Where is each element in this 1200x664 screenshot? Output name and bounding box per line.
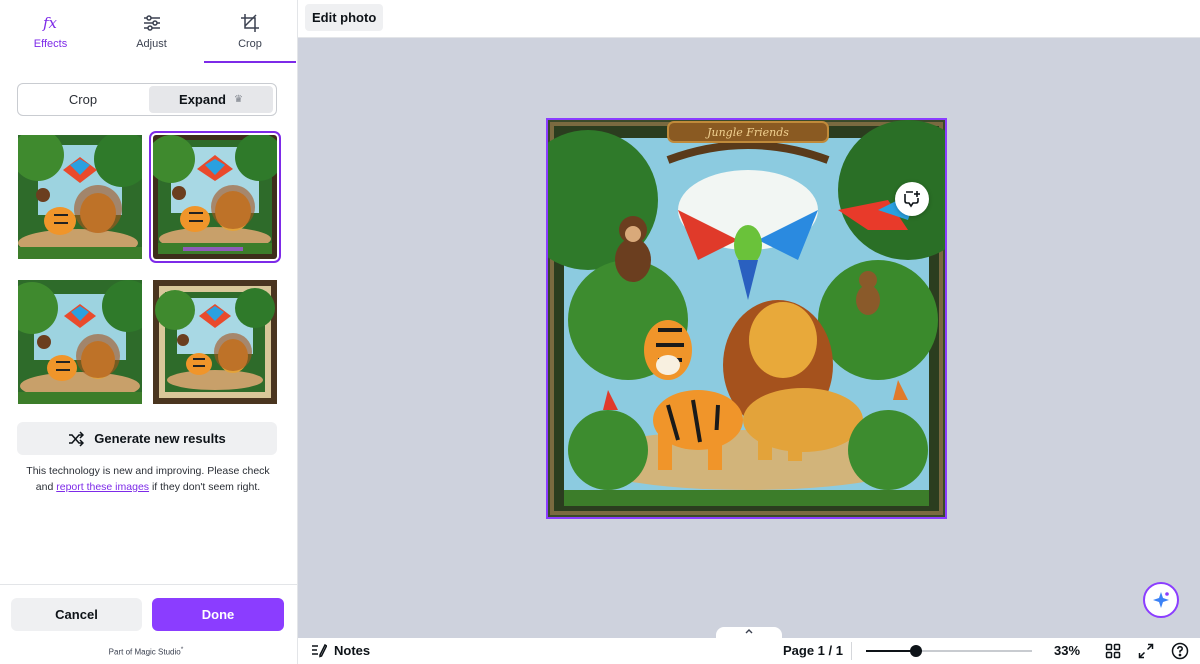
tab-effects[interactable]: fx Effects	[0, 0, 101, 63]
magic-studio-label: Part of Magic Studio*	[0, 646, 292, 657]
sliders-icon	[142, 12, 162, 34]
studio-text: Part of Magic Studio	[108, 647, 181, 657]
help-icon	[1171, 642, 1189, 660]
generate-label: Generate new results	[94, 431, 226, 446]
fx-icon: fx	[41, 12, 61, 34]
tab-label: Adjust	[136, 38, 167, 50]
notice-text: This technology is new and improving. Pl…	[17, 463, 279, 495]
panel-tabs: fx Effects Adjust Crop	[0, 0, 297, 63]
edit-photo-panel: fx Effects Adjust Crop Crop Expand ♛ Gen…	[0, 0, 298, 664]
expand-label: Expand	[179, 92, 226, 107]
sparkle-icon	[1151, 590, 1171, 610]
zoom-slider-fill	[866, 650, 916, 652]
crown-icon: ♛	[234, 94, 243, 105]
page-indicator[interactable]: Page 1 / 1	[783, 643, 843, 658]
grid-icon	[1105, 643, 1121, 659]
banner-text: Jungle Friends	[705, 126, 789, 139]
shuffle-icon	[68, 430, 85, 447]
edit-photo-button[interactable]: Edit photo	[305, 4, 384, 31]
notice-after: if they don't seem right.	[149, 481, 261, 493]
add-comment-button[interactable]	[895, 182, 929, 216]
top-bar: Edit photo	[298, 0, 1200, 38]
studio-mark: *	[180, 646, 184, 653]
notes-label: Notes	[334, 642, 371, 658]
result-thumbnail-4[interactable]	[153, 280, 277, 404]
svg-text:fx: fx	[42, 14, 58, 32]
comment-plus-icon	[902, 189, 922, 209]
result-thumbnail-2[interactable]	[149, 131, 281, 263]
crop-icon	[240, 12, 260, 34]
generate-new-results-button[interactable]: Generate new results	[17, 422, 277, 455]
tab-adjust[interactable]: Adjust	[101, 0, 202, 63]
divider	[851, 642, 852, 660]
tab-crop[interactable]: Crop	[204, 0, 296, 63]
result-thumbnail-1[interactable]	[18, 135, 142, 259]
zoom-slider[interactable]	[866, 645, 1032, 657]
zoom-slider-knob[interactable]	[909, 645, 922, 657]
show-pages-toggle[interactable]	[716, 627, 782, 638]
notes-icon	[311, 642, 327, 658]
expand-icon	[1138, 643, 1154, 659]
cancel-button[interactable]: Cancel	[11, 598, 142, 631]
zoom-level[interactable]: 33%	[1054, 643, 1080, 658]
tab-label: Effects	[33, 38, 68, 50]
expand-option[interactable]: Expand ♛	[149, 86, 273, 113]
done-button[interactable]: Done	[152, 598, 284, 631]
tab-label: Crop	[238, 38, 262, 50]
result-thumbnail-3[interactable]	[18, 280, 142, 404]
footer-divider	[0, 584, 297, 585]
editor-canvas: Jungle Friends	[298, 38, 1200, 638]
grid-view-button[interactable]	[1103, 641, 1123, 661]
crop-mode-toggle: Crop Expand ♛	[17, 83, 277, 116]
jungle-image[interactable]: Jungle Friends	[546, 118, 947, 519]
crop-option[interactable]: Crop	[20, 86, 146, 113]
magic-assistant-button[interactable]	[1143, 582, 1179, 618]
notes-button[interactable]: Notes	[311, 642, 370, 658]
fullscreen-button[interactable]	[1136, 641, 1156, 661]
bottom-bar: Notes Page 1 / 1 33%	[298, 638, 1200, 664]
help-button[interactable]	[1170, 641, 1190, 661]
chevron-up-icon	[744, 627, 754, 638]
report-images-link[interactable]: report these images	[56, 481, 149, 493]
